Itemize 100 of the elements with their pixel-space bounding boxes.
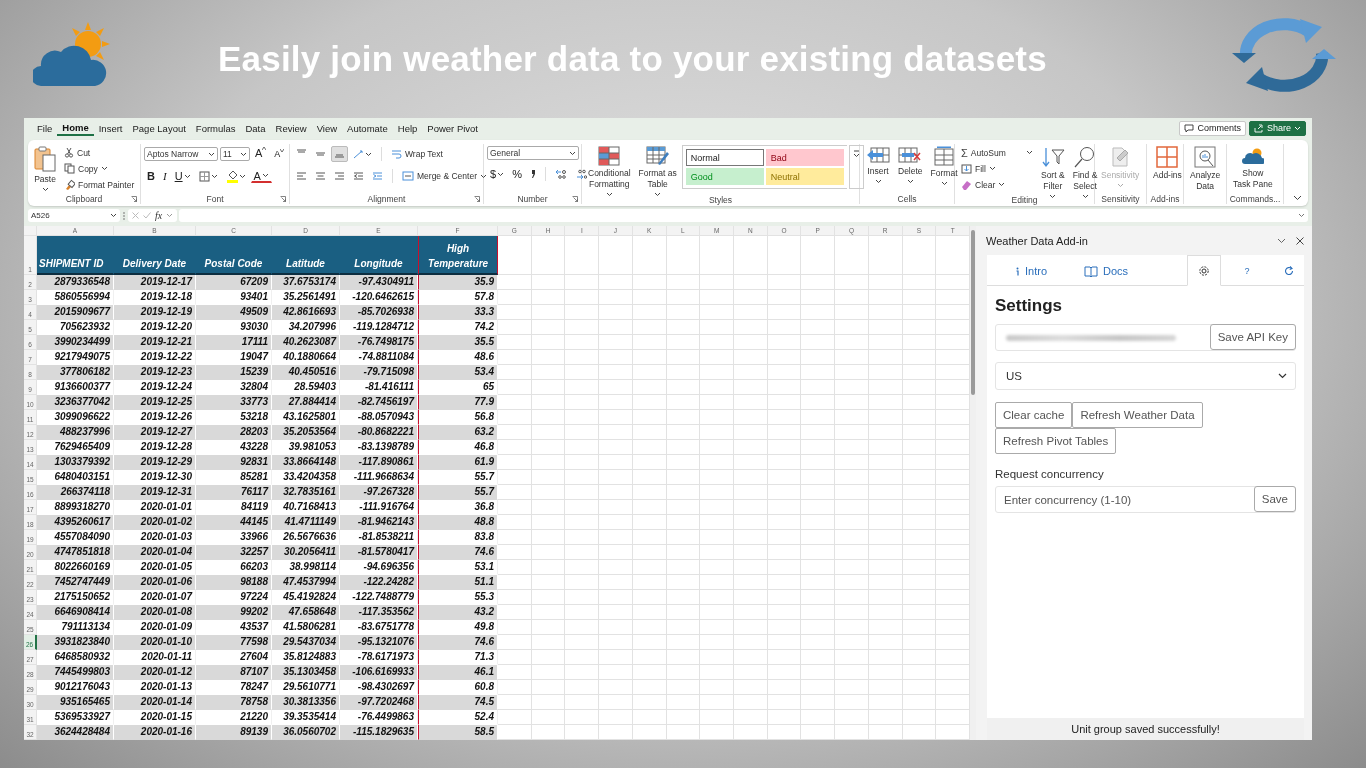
merge-center-button[interactable]: Merge & Center [399, 168, 490, 184]
table-cell: 33.3 [418, 305, 498, 320]
api-key-field[interactable]: Save API Key [995, 324, 1296, 351]
analyze-data-button[interactable]: Analyze Data [1187, 144, 1224, 194]
intro-tab[interactable]: Intro [987, 255, 1075, 286]
cell-style-option[interactable]: Normal [685, 149, 764, 166]
close-icon[interactable] [1296, 236, 1304, 245]
table-cell: 33773 [196, 395, 272, 410]
share-button[interactable]: Share [1248, 120, 1306, 136]
dialog-launcher-icon[interactable] [474, 196, 480, 202]
table-cell: 89139 [196, 725, 272, 740]
insert-button[interactable]: Insert [863, 144, 893, 186]
font-name-dropdown[interactable]: Aptos Narrow [144, 147, 218, 161]
chevron-icon [1081, 194, 1089, 199]
formula-input[interactable] [179, 209, 1308, 222]
ribbon-tab[interactable]: Formulas [190, 120, 241, 136]
comments-button[interactable]: Comments [1179, 120, 1246, 136]
refresh-weather-button[interactable]: Refresh Weather Data [1072, 402, 1203, 428]
dialog-launcher-icon[interactable] [572, 196, 578, 202]
save-api-key-button[interactable]: Save API Key [1209, 324, 1296, 350]
font-color-button[interactable]: A [250, 169, 272, 183]
currency-button[interactable]: $ [487, 166, 508, 182]
format-button[interactable]: Format [927, 144, 961, 188]
cell-style-option[interactable]: Bad [765, 149, 844, 166]
chevron-icon [940, 181, 948, 186]
cell-style-option[interactable]: Good [685, 168, 764, 185]
ribbon-tab[interactable]: Automate [342, 120, 393, 136]
align-bottom-button[interactable] [331, 146, 348, 162]
save-button[interactable]: Save [1253, 486, 1296, 512]
refresh-pivot-button[interactable]: Refresh Pivot Tables [995, 428, 1117, 454]
clear-cache-button[interactable]: Clear cache [995, 402, 1073, 428]
ribbon-tab[interactable]: View [311, 120, 343, 136]
italic-button[interactable]: I [159, 168, 170, 184]
table-cell: 35.9 [418, 275, 498, 290]
column-header: Postal Code [196, 236, 272, 275]
ribbon-tab[interactable]: Review [270, 120, 312, 136]
dialog-launcher-icon[interactable] [131, 196, 137, 202]
chevron-icon[interactable] [1277, 237, 1286, 244]
font-size-dropdown[interactable]: 11 [220, 147, 250, 161]
fill-button[interactable]: Fill [958, 161, 1036, 176]
bold-button[interactable]: B [144, 168, 158, 184]
table-cell: 3990234499 [37, 335, 114, 350]
insert-function-button[interactable]: fx [155, 210, 163, 221]
chevron-icon [497, 171, 505, 177]
table-cell: 55.7 [418, 485, 498, 500]
chevron-icon [210, 173, 218, 179]
ribbon-tab[interactable]: Help [392, 120, 423, 136]
cut-button[interactable]: Cut [61, 145, 138, 160]
ribbon-tab[interactable]: Home [57, 120, 94, 136]
ribbon-tab[interactable]: Power Pivot [422, 120, 483, 136]
gallery-more-button[interactable] [848, 145, 864, 189]
delete-button[interactable]: Delete [895, 144, 926, 186]
concurrency-field[interactable]: Enter concurrency (1-10) Save [995, 486, 1296, 513]
clear-button[interactable]: Clear [958, 177, 1036, 192]
docs-tab[interactable]: Docs [1075, 255, 1137, 286]
format-as-table-button[interactable]: Format as Table [635, 144, 680, 199]
settings-tab[interactable] [1187, 255, 1221, 286]
table-cell: 266374118 [37, 485, 114, 500]
chevron-icon [1294, 125, 1301, 131]
ribbon-tab[interactable]: File [32, 120, 58, 136]
table-cell: 2019-12-29 [114, 455, 196, 470]
column-header: High Temperature [418, 236, 498, 275]
grow-font-button[interactable]: A [252, 146, 270, 162]
table-cell: 2019-12-25 [114, 395, 196, 410]
column-header: Delivery Date [114, 236, 196, 275]
copy-button[interactable]: Copy [61, 161, 138, 176]
ribbon-tab[interactable]: Page Layout [127, 120, 191, 136]
percent-button[interactable]: % [509, 166, 525, 182]
ribbon-tab[interactable]: Data [240, 120, 271, 136]
conditional-formatting-button[interactable]: Conditional Formatting [585, 144, 634, 199]
dialog-launcher-icon[interactable] [280, 196, 286, 202]
four-squares-icon [1156, 146, 1179, 168]
format-painter-button[interactable]: Format Painter [61, 177, 138, 192]
table-cell: 77.9 [418, 395, 498, 410]
collapse-ribbon-icon[interactable] [1293, 195, 1302, 201]
find-select-button[interactable]: Find & Select [1069, 144, 1101, 201]
ribbon-tab[interactable]: Insert [93, 120, 128, 136]
chevron-icon [605, 192, 613, 197]
wrap-text-button[interactable]: Wrap Text [388, 146, 446, 162]
help-tab[interactable]: ? [1221, 255, 1273, 286]
unit-dropdown[interactable]: US [995, 362, 1296, 390]
number-format-dropdown[interactable]: General [487, 146, 579, 160]
eraser-icon [961, 179, 972, 190]
sort-filter-button[interactable]: Sort & Filter [1037, 144, 1068, 201]
scrollbar[interactable] [970, 226, 976, 740]
shrink-font-button[interactable]: A [271, 146, 288, 162]
table-cell: 28203 [196, 425, 272, 440]
autosum-button[interactable]: Σ AutoSum [958, 145, 1036, 160]
pane-title: Weather Data Add-in [986, 234, 1089, 247]
underline-button[interactable]: U [171, 168, 194, 184]
table-cell: 51.1 [418, 575, 498, 590]
field-label: Request concurrency [995, 468, 1105, 480]
name-box[interactable]: A526 [28, 209, 120, 222]
paste-button[interactable]: Paste [31, 144, 59, 194]
cell-style-option[interactable]: Neutral [765, 168, 844, 185]
add-ins-button[interactable]: Add-ins [1150, 144, 1185, 183]
table-cell: 42.8616693 [272, 305, 340, 320]
show-task-pane-button[interactable]: Show Task Pane [1230, 144, 1276, 192]
table-cell: 2019-12-23 [114, 365, 196, 380]
table-cell: 98188 [196, 575, 272, 590]
